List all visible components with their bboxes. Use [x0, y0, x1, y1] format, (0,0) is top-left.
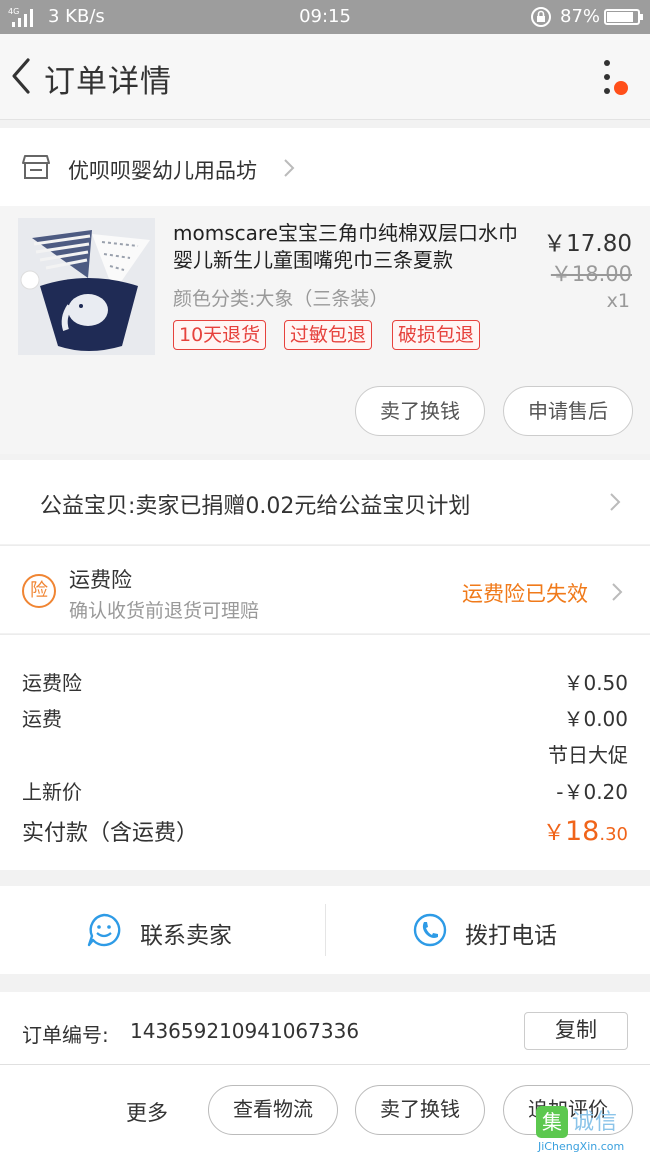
- shipping-insurance-row[interactable]: 险 运费险 确认收货前退货可理赔 运费险已失效: [0, 545, 650, 633]
- service-tag: 过敏包退: [284, 320, 373, 350]
- watermark-mark: 集: [536, 1106, 568, 1138]
- sell-for-cash-button[interactable]: 卖了换钱: [355, 1085, 485, 1135]
- status-bar: 4G 3 KB/s 09:15 87%: [0, 0, 650, 34]
- store-icon: [22, 155, 50, 179]
- insurance-status: 运费险已失效: [462, 582, 588, 606]
- insurance-badge-icon: 险: [22, 574, 56, 608]
- contact-seller-label: 联系卖家: [140, 923, 232, 949]
- charity-row[interactable]: 公益宝贝:卖家已捐赠0.02元给公益宝贝计划: [0, 460, 650, 544]
- insurance-subtitle: 确认收货前退货可理赔: [69, 600, 260, 622]
- product-quantity: x1: [606, 290, 630, 312]
- insurance-title: 运费险: [69, 568, 132, 592]
- contact-seller-button[interactable]: 联系卖家: [0, 886, 325, 974]
- chevron-right-icon: [610, 493, 621, 511]
- total-amount: ￥18.30: [543, 815, 628, 847]
- copy-button[interactable]: 复制: [524, 1012, 628, 1050]
- fee-label: 运费险: [22, 671, 82, 695]
- promo-note: 节日大促: [548, 743, 628, 767]
- call-phone-button[interactable]: 拨打电话: [326, 886, 650, 974]
- fee-value: ￥0.50: [563, 671, 628, 695]
- fee-label: 运费: [22, 707, 62, 731]
- notification-dot: [614, 81, 628, 95]
- chevron-right-icon: [284, 159, 295, 177]
- nav-bar: 订单详情: [0, 34, 650, 120]
- fee-summary: 运费险 ￥0.50 运费 ￥0.00 节日大促 上新价 -￥0.20 实付款（含…: [0, 634, 650, 870]
- store-name[interactable]: 优呗呗婴幼儿用品坊: [68, 155, 257, 185]
- order-number-label: 订单编号:: [22, 1023, 109, 1047]
- store-row[interactable]: 优呗呗婴幼儿用品坊: [0, 128, 650, 206]
- total-decimal: .30: [599, 824, 628, 845]
- fee-value: -￥0.20: [556, 780, 628, 804]
- chevron-right-icon: [612, 583, 623, 601]
- total-integer: 18: [565, 816, 600, 847]
- contact-row: 联系卖家 拨打电话: [0, 886, 650, 974]
- phone-icon: [413, 913, 447, 947]
- battery-percent: 87%: [560, 6, 601, 27]
- chat-bubble-icon: [87, 913, 121, 947]
- product-sku: 颜色分类:大象（三条装）: [173, 288, 389, 310]
- order-info: 订单编号: 143659210941067336 复制: [0, 992, 650, 1072]
- charity-text: 公益宝贝:卖家已捐赠0.02元给公益宝贝计划: [40, 494, 471, 519]
- product-original-price: ￥18.00: [550, 262, 632, 286]
- order-number-value: 143659210941067336: [130, 1019, 360, 1043]
- sell-for-cash-button[interactable]: 卖了换钱: [355, 386, 485, 436]
- fee-label: 上新价: [22, 780, 82, 804]
- product-thumbnail[interactable]: [18, 218, 155, 355]
- call-phone-label: 拨打电话: [465, 923, 557, 949]
- battery-icon: [604, 9, 643, 25]
- apply-after-sale-button[interactable]: 申请售后: [503, 386, 633, 436]
- service-tag: 10天退货: [173, 320, 267, 350]
- page-title: 订单详情: [44, 64, 172, 100]
- clock: 09:15: [299, 6, 351, 27]
- service-tag: 破损包退: [392, 320, 481, 350]
- product-title[interactable]: momscare宝宝三角巾纯棉双层口水巾婴儿新生儿童围嘴兜巾三条夏款: [173, 220, 528, 274]
- total-label: 实付款（含运费）: [22, 821, 199, 846]
- product-item: momscare宝宝三角巾纯棉双层口水巾婴儿新生儿童围嘴兜巾三条夏款 颜色分类:…: [0, 206, 650, 454]
- back-arrow-icon[interactable]: [6, 54, 36, 98]
- watermark-url: JiChengXin.com: [538, 1140, 625, 1153]
- watermark-text: 诚信: [572, 1110, 619, 1135]
- fee-value: ￥0.00: [563, 707, 628, 731]
- watermark-logo: 集 诚信 JiChengXin.com: [534, 1100, 650, 1155]
- view-logistics-button[interactable]: 查看物流: [208, 1085, 338, 1135]
- more-button[interactable]: 更多: [126, 1097, 168, 1127]
- rotation-lock-icon: [531, 7, 551, 27]
- product-price: ￥17.80: [543, 231, 632, 257]
- currency-symbol: ￥: [542, 821, 565, 846]
